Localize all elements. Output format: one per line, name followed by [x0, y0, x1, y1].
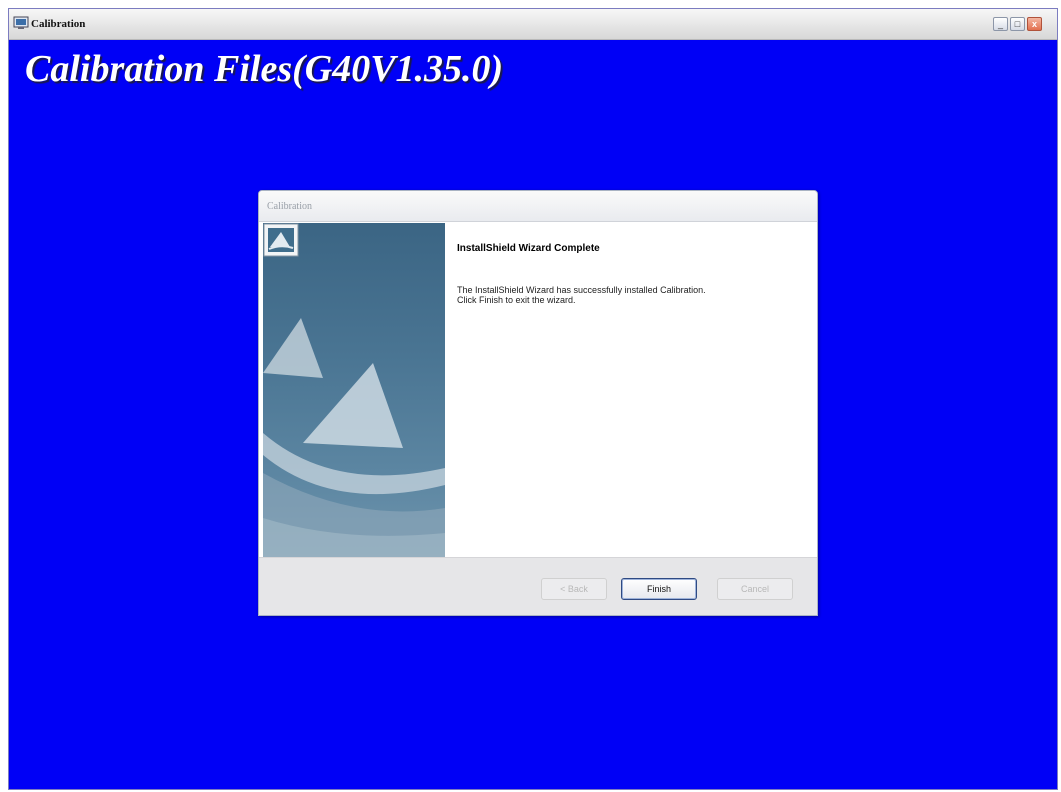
- window-title: Calibration: [31, 18, 86, 30]
- cancel-button[interactable]: Cancel: [717, 578, 793, 600]
- dialog-titlebar[interactable]: Calibration: [259, 191, 817, 222]
- installshield-icon: [263, 223, 299, 257]
- wizard-side-graphic: [263, 223, 445, 557]
- minimize-button[interactable]: _: [993, 17, 1008, 31]
- sails-graphic: [263, 318, 445, 557]
- back-button[interactable]: < Back: [541, 578, 607, 600]
- close-button[interactable]: x: [1027, 17, 1042, 31]
- dialog-button-bar: < Back Finish Cancel: [259, 557, 817, 615]
- wizard-message: The InstallShield Wizard has successfull…: [457, 285, 797, 305]
- finish-button[interactable]: Finish: [621, 578, 697, 600]
- wizard-heading: InstallShield Wizard Complete: [457, 243, 600, 254]
- maximize-button[interactable]: □: [1010, 17, 1025, 31]
- dialog-title: Calibration: [267, 201, 312, 212]
- wizard-message-line-2: Click Finish to exit the wizard.: [457, 295, 576, 305]
- application-window: Calibration _ □ x Calibration Files(G40V…: [8, 8, 1058, 790]
- installshield-dialog: Calibration InstallShield Wizard Complet…: [258, 190, 818, 616]
- wizard-message-line-1: The InstallShield Wizard has successfull…: [457, 285, 706, 295]
- wizard-content: InstallShield Wizard Complete The Instal…: [445, 223, 815, 557]
- window-titlebar[interactable]: Calibration _ □ x: [9, 9, 1057, 40]
- app-icon: [13, 16, 29, 29]
- page-title: Calibration Files(G40V1.35.0): [25, 48, 504, 90]
